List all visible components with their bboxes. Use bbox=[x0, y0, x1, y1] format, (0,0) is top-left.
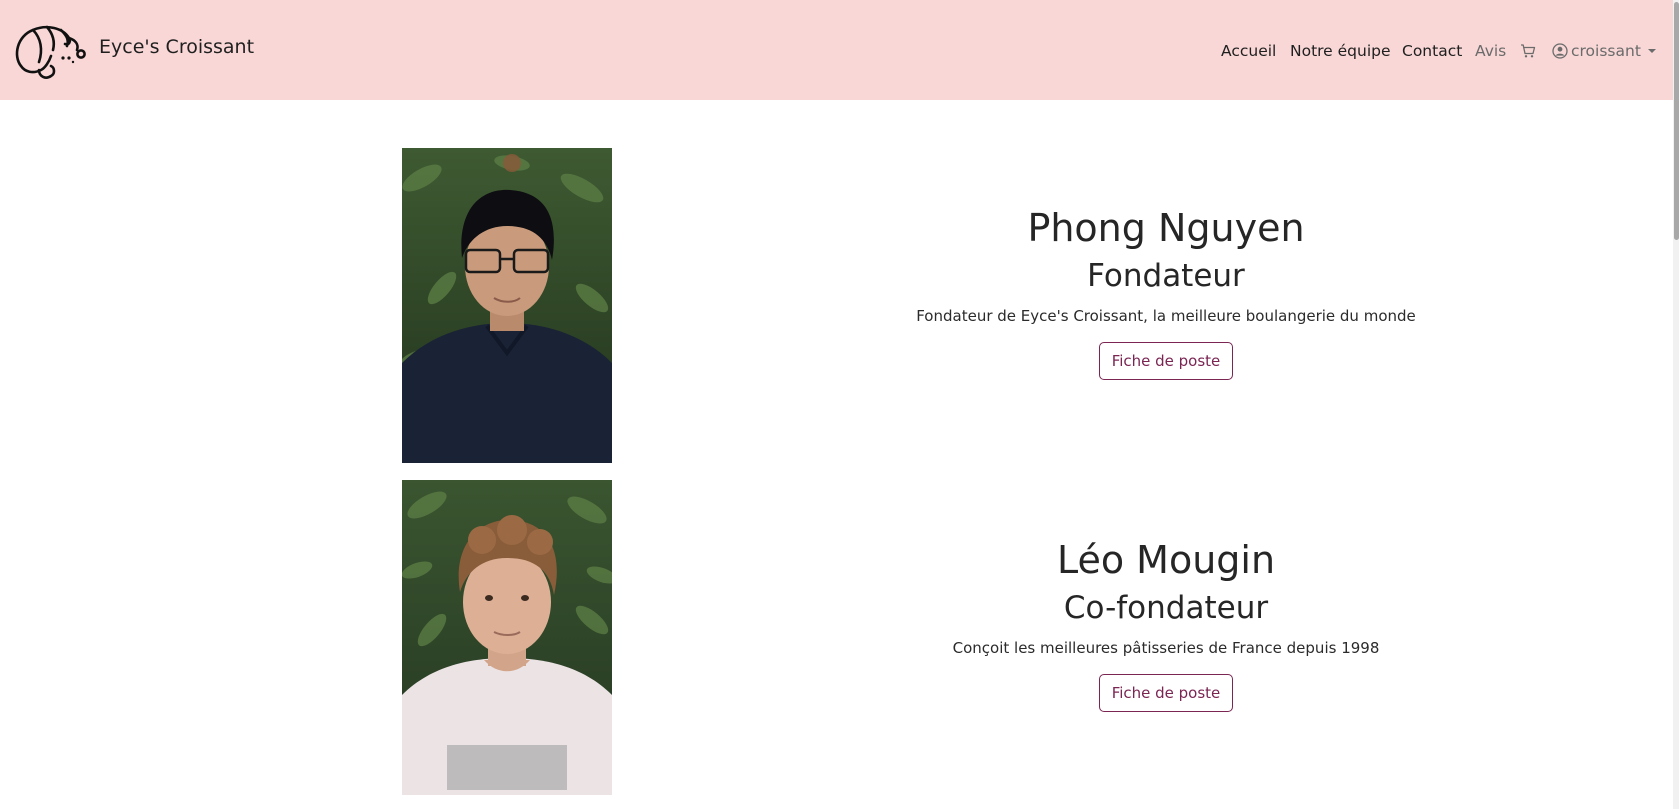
user-name: croissant bbox=[1571, 42, 1641, 60]
croissant-icon[interactable] bbox=[11, 20, 88, 80]
nav-link-contact[interactable]: Contact bbox=[1402, 40, 1462, 62]
fiche-de-poste-button[interactable]: Fiche de poste bbox=[1098, 674, 1234, 712]
fiche-de-poste-button[interactable]: Fiche de poste bbox=[1098, 342, 1234, 380]
nav-link-notre-equipe[interactable]: Notre équipe bbox=[1290, 40, 1391, 62]
cart-link[interactable] bbox=[1520, 40, 1536, 62]
member-name: Phong Nguyen bbox=[1027, 206, 1305, 250]
member-name: Léo Mougin bbox=[1056, 538, 1276, 582]
brand-name[interactable]: Eyce's Croissant bbox=[99, 36, 254, 58]
member-photo-leo-mougin bbox=[402, 480, 612, 795]
caret-down-icon bbox=[1647, 49, 1656, 53]
scrollbar-thumb[interactable] bbox=[1674, 2, 1679, 240]
nav-link-accueil[interactable]: Accueil bbox=[1221, 40, 1276, 62]
cart-icon bbox=[1521, 44, 1536, 58]
member-card-phong-nguyen: Phong Nguyen Fondateur Fondateur de Eyce… bbox=[870, 205, 1462, 380]
member-role: Co-fondateur bbox=[1063, 590, 1269, 626]
user-circle-icon bbox=[1552, 43, 1568, 59]
user-dropdown[interactable]: croissant bbox=[1552, 40, 1658, 62]
navbar: Eyce's Croissant Accueil Notre équipe Co… bbox=[0, 0, 1673, 100]
member-role: Fondateur bbox=[1087, 258, 1245, 294]
nav-link-avis[interactable]: Avis bbox=[1475, 40, 1506, 62]
member-photo-phong-nguyen bbox=[402, 148, 612, 463]
member-card-leo-mougin: Léo Mougin Co-fondateur Conçoit les meil… bbox=[870, 537, 1462, 712]
member-description: Fondateur de Eyce's Croissant, la meille… bbox=[916, 307, 1416, 325]
member-description: Conçoit les meilleures pâtisseries de Fr… bbox=[952, 639, 1380, 657]
